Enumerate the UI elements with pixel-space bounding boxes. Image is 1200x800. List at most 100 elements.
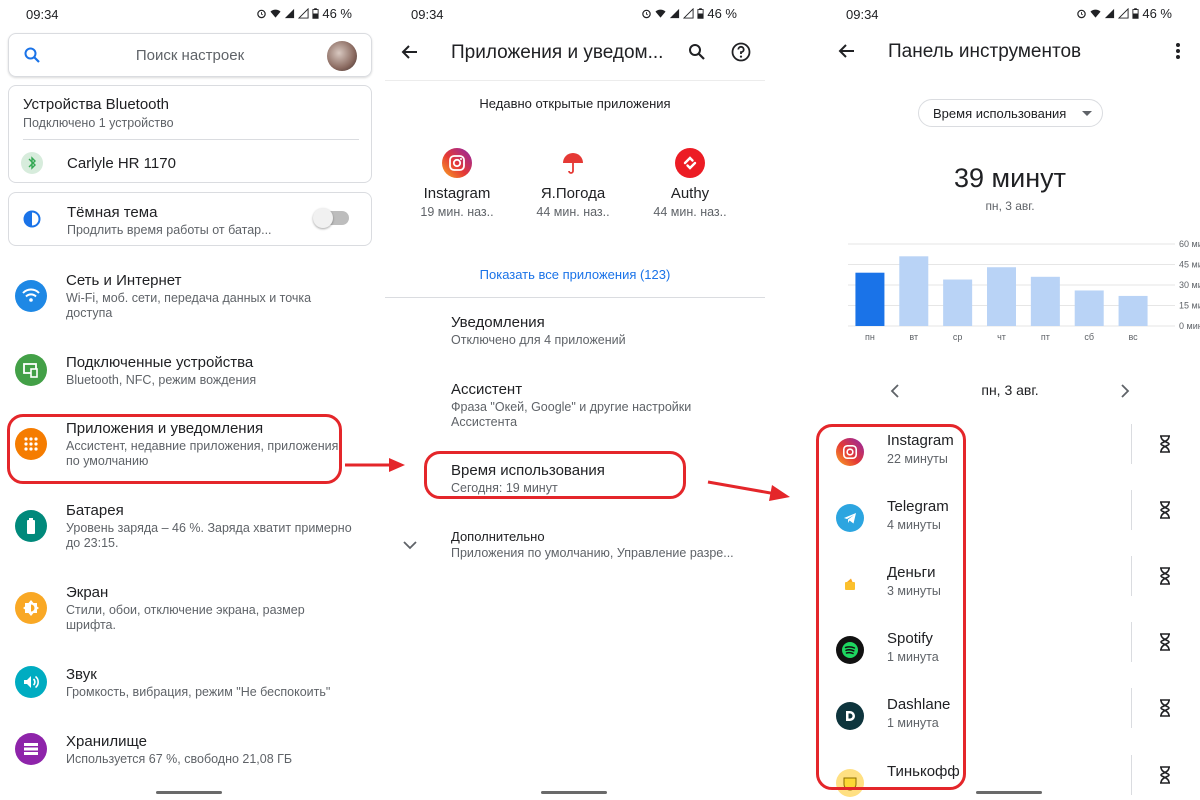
day-navigator-label: пн, 3 авг. — [981, 382, 1039, 398]
storage-icon — [15, 733, 47, 765]
instagram-icon — [442, 148, 472, 178]
battery-icon — [15, 510, 47, 542]
settings-search-bar[interactable]: Поиск настроек — [8, 33, 372, 77]
settings-item-title: Экран — [66, 584, 109, 601]
chart-bar-пн[interactable] — [855, 272, 885, 326]
alarm-icon — [642, 9, 652, 19]
chart-x-tick-label: сб — [1084, 332, 1094, 342]
chart-bar-ср[interactable] — [943, 279, 973, 326]
devices-icon — [15, 354, 47, 386]
hourglass-icon[interactable] — [1159, 766, 1171, 784]
menu-item-title: Дополнительно — [451, 529, 545, 544]
signal-icon — [1105, 8, 1115, 19]
settings-item-subtitle-2: шрифта. — [66, 618, 116, 632]
settings-item-subtitle: Стили, обои, отключение экрана, размер — [66, 603, 305, 617]
battery-status-icon — [697, 8, 704, 19]
settings-item-title: Сеть и Интернет — [66, 272, 182, 289]
hourglass-icon[interactable] — [1159, 633, 1171, 651]
chart-bar-вт[interactable] — [899, 256, 929, 326]
settings-item-subtitle: Bluetooth, NFC, режим вождения — [66, 373, 257, 387]
chevron-right-icon[interactable] — [1120, 384, 1130, 398]
menu-item-title: Уведомления — [451, 314, 545, 331]
settings-item-subtitle: Используется 67 %, свободно 21,08 ГБ — [66, 752, 293, 766]
chart-y-tick-label: 60 мин — [1179, 239, 1200, 249]
bluetooth-device[interactable]: Carlyle HR 1170 — [67, 155, 176, 172]
chevron-down-icon — [403, 541, 417, 550]
recent-app-instagram[interactable]: Instagram 19 мин. наз.. — [397, 148, 517, 219]
avatar[interactable] — [327, 41, 357, 71]
settings-item-subtitle-2: до 23:15. — [66, 536, 119, 550]
signal-empty-icon — [1118, 8, 1129, 19]
gesture-bar[interactable] — [976, 791, 1042, 794]
recent-app-yapogoda[interactable]: Я.Погода 44 мин. наз.. — [513, 148, 633, 219]
row-separator — [1131, 424, 1132, 464]
status-icons: 46 % — [1076, 6, 1172, 21]
back-arrow-icon[interactable] — [838, 42, 856, 60]
chart-bar-пт[interactable] — [1030, 276, 1060, 326]
settings-item-title: Батарея — [66, 502, 124, 519]
recent-app-authy[interactable]: Authy 44 мин. наз.. — [630, 148, 750, 219]
recent-app-time: 44 мин. наз.. — [536, 205, 610, 219]
back-arrow-icon[interactable] — [401, 43, 419, 61]
wifi-status-icon — [1090, 9, 1101, 18]
chart-bar-вс[interactable] — [1118, 295, 1148, 326]
dark-theme-icon — [23, 210, 41, 228]
settings-item-subtitle: Wi-Fi, моб. сети, передача данных и точк… — [66, 291, 312, 305]
dark-theme-card[interactable]: Тёмная тема Продлить время работы от бат… — [8, 192, 372, 246]
alarm-icon — [257, 9, 267, 19]
chart-x-tick-label: пн — [865, 332, 875, 342]
signal-icon — [285, 8, 295, 19]
wifi-icon — [15, 280, 47, 312]
row-separator — [1131, 622, 1132, 662]
battery-percent: 46 % — [322, 6, 352, 21]
gesture-bar[interactable] — [541, 791, 607, 794]
chart-y-tick-label: 45 мин — [1179, 260, 1200, 270]
search-icon[interactable] — [688, 43, 706, 61]
total-usage-date: пн, 3 авг. — [985, 199, 1035, 213]
more-vert-icon[interactable] — [1175, 42, 1181, 60]
chart-y-tick-label: 0 мин — [1179, 321, 1200, 331]
row-separator — [1131, 490, 1132, 530]
dark-theme-toggle[interactable] — [313, 208, 349, 228]
chart-x-tick-label: пт — [1041, 332, 1050, 342]
battery-percent: 46 % — [707, 6, 737, 21]
chart-x-tick-label: вс — [1128, 332, 1138, 342]
alarm-icon — [1077, 9, 1087, 19]
hourglass-icon[interactable] — [1159, 699, 1171, 717]
recent-app-name: Authy — [670, 185, 710, 202]
signal-icon — [670, 8, 680, 19]
show-all-apps-link[interactable]: Показать все приложения (123) — [385, 267, 765, 282]
total-usage: 39 минут — [954, 163, 1066, 193]
arrow-right-icon — [345, 458, 405, 472]
status-bar: 09:34 46 % — [820, 0, 1200, 28]
search-placeholder[interactable]: Поиск настроек — [9, 47, 371, 64]
bluetooth-card[interactable]: Устройства Bluetooth Подключено 1 устрой… — [8, 85, 372, 183]
hourglass-icon[interactable] — [1159, 435, 1171, 453]
help-icon[interactable] — [731, 42, 751, 62]
status-time: 09:34 — [26, 7, 59, 22]
settings-item-subtitle-2: доступа — [66, 306, 113, 320]
chart-x-tick-label: ср — [953, 332, 963, 342]
arrow-right-down-icon — [707, 480, 790, 501]
usage-type-dropdown[interactable]: Время использования — [918, 99, 1103, 127]
page-title: Панель инструментов — [888, 41, 1082, 62]
chart-bar-чт[interactable] — [987, 267, 1016, 326]
recent-app-name: Я.Погода — [540, 185, 606, 202]
gesture-bar[interactable] — [156, 791, 222, 794]
settings-item-title: Хранилище — [66, 733, 147, 750]
wifi-status-icon — [270, 9, 281, 18]
dropdown-label: Время использования — [933, 106, 1067, 121]
usage-bar-chart[interactable]: 0 мин 15 мин 30 мин 45 мин 60 мин пн вт ср чт пт с… — [830, 236, 1200, 348]
status-bar: 09:34 46 % — [385, 0, 765, 28]
chart-bar-сб[interactable] — [1074, 290, 1104, 326]
recent-apps-title: Недавно открытые приложения — [479, 96, 671, 111]
highlight-apps-item — [7, 414, 342, 484]
hourglass-icon[interactable] — [1159, 501, 1171, 519]
battery-status-icon — [312, 8, 319, 19]
wifi-status-icon — [655, 9, 666, 18]
signal-empty-icon — [298, 8, 309, 19]
chart-y-tick-label: 30 мин — [1179, 280, 1200, 290]
chart-x-tick-label: чт — [997, 332, 1006, 342]
hourglass-icon[interactable] — [1159, 567, 1171, 585]
bluetooth-icon — [21, 152, 43, 174]
